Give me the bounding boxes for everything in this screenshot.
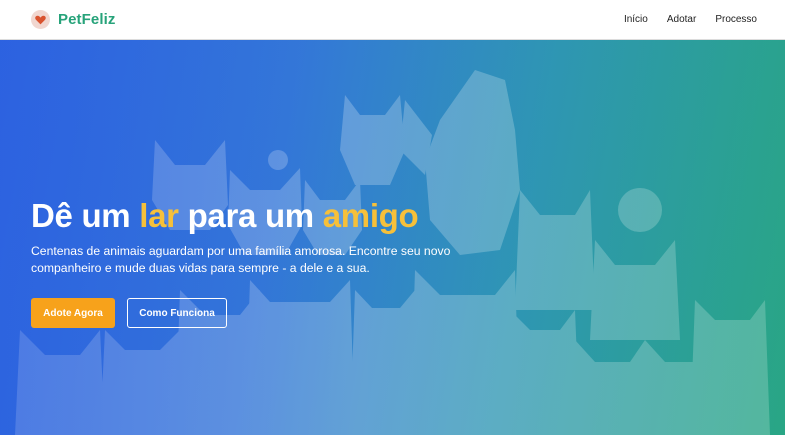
hero-section: Dê um lar para um amigo Centenas de anim…: [0, 40, 785, 435]
hero-title-part1: Dê um: [31, 197, 140, 234]
top-navbar: PetFeliz Início Adotar Processo: [0, 0, 785, 40]
brand[interactable]: PetFeliz: [31, 10, 115, 29]
nav-links: Início Adotar Processo: [624, 14, 757, 25]
pet-heart-icon: [31, 10, 50, 29]
hero-content: Dê um lar para um amigo Centenas de anim…: [31, 196, 491, 328]
hero-subtitle: Centenas de animais aguardam por uma fam…: [31, 244, 451, 275]
hero-title-accent-amigo: amigo: [322, 197, 419, 234]
nav-link-inicio[interactable]: Início: [624, 14, 648, 25]
nav-link-adotar[interactable]: Adotar: [667, 14, 696, 25]
adopt-now-button[interactable]: Adote Agora: [31, 298, 115, 328]
hero-title: Dê um lar para um amigo: [31, 196, 491, 236]
hero-title-part2: para um: [178, 197, 323, 234]
how-it-works-button[interactable]: Como Funciona: [127, 298, 227, 328]
nav-link-processo[interactable]: Processo: [715, 14, 757, 25]
hero-actions: Adote Agora Como Funciona: [31, 298, 491, 328]
brand-name: PetFeliz: [58, 11, 116, 28]
hero-title-accent-lar: lar: [139, 197, 179, 234]
